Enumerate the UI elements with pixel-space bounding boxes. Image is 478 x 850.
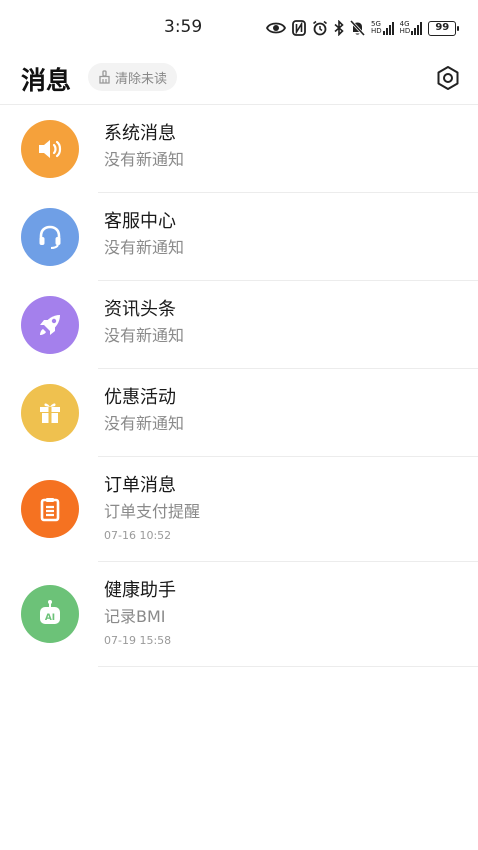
- promotions-avatar: [21, 384, 79, 442]
- bluetooth-icon: [334, 19, 344, 37]
- broom-icon: [98, 70, 111, 84]
- message-title: 系统消息: [104, 123, 176, 144]
- message-subtitle: 没有新通知: [104, 414, 185, 433]
- message-subtitle: 没有新通知: [104, 150, 185, 169]
- alarm-icon: [312, 19, 328, 37]
- rocket-icon: [36, 311, 64, 339]
- settings-button[interactable]: [433, 63, 463, 93]
- page-header: 消息 清除未读: [0, 56, 478, 104]
- message-item-promotions[interactable]: 优惠活动 没有新通知: [0, 369, 478, 457]
- clear-unread-label: 清除未读: [115, 71, 168, 87]
- message-item-orders[interactable]: 订单消息 订单支付提醒 07-16 10:52: [0, 457, 478, 562]
- customer-service-avatar: [21, 208, 79, 266]
- page-title: 消息: [21, 66, 72, 95]
- message-title: 客服中心: [104, 211, 176, 232]
- health-avatar: AI: [21, 585, 79, 643]
- mute-bell-icon: [350, 19, 365, 37]
- cellular-5g-icon: 5G HD: [371, 19, 394, 37]
- message-timestamp: 07-19 15:58: [104, 634, 172, 647]
- ai-robot-icon: AI: [35, 599, 65, 629]
- message-timestamp: 07-16 10:52: [104, 529, 172, 542]
- nfc-icon: [292, 19, 306, 37]
- message-item-news[interactable]: 资讯头条 没有新通知: [0, 281, 478, 369]
- message-subtitle: 没有新通知: [104, 238, 185, 257]
- message-title: 资讯头条: [104, 299, 176, 320]
- clear-unread-button[interactable]: 清除未读: [88, 63, 178, 91]
- headset-icon: [36, 223, 64, 251]
- orders-avatar: [21, 480, 79, 538]
- status-icons: 5G HD 4G HD 99: [266, 18, 460, 38]
- eye-icon: [266, 19, 286, 37]
- message-item-customer-service[interactable]: 客服中心 没有新通知: [0, 193, 478, 281]
- message-title: 订单消息: [104, 475, 176, 496]
- document-icon: [36, 495, 64, 523]
- message-title: 优惠活动: [104, 387, 176, 408]
- message-item-health[interactable]: AI 健康助手 记录BMI 07-19 15:58: [0, 562, 478, 667]
- news-avatar: [21, 296, 79, 354]
- battery-icon: 99: [428, 20, 460, 36]
- svg-text:AI: AI: [45, 613, 55, 623]
- status-time: 3:59: [164, 17, 203, 37]
- status-bar: 3:59 5G HD 4G HD 99: [0, 0, 478, 56]
- message-subtitle: 记录BMI: [104, 607, 166, 626]
- cellular-4g-icon: 4G HD: [400, 19, 423, 37]
- speaker-icon: [36, 136, 64, 162]
- gift-icon: [36, 399, 64, 427]
- system-avatar: [21, 120, 79, 178]
- message-title: 健康助手: [104, 580, 176, 601]
- row-divider: [98, 666, 478, 667]
- settings-icon: [435, 65, 461, 91]
- message-list: 系统消息 没有新通知 客服中心 没有新通知 资讯头条 没有新通知 优惠活动 没有…: [0, 105, 478, 667]
- message-item-system[interactable]: 系统消息 没有新通知: [0, 105, 478, 193]
- message-subtitle: 订单支付提醒: [104, 502, 201, 521]
- message-subtitle: 没有新通知: [104, 326, 185, 345]
